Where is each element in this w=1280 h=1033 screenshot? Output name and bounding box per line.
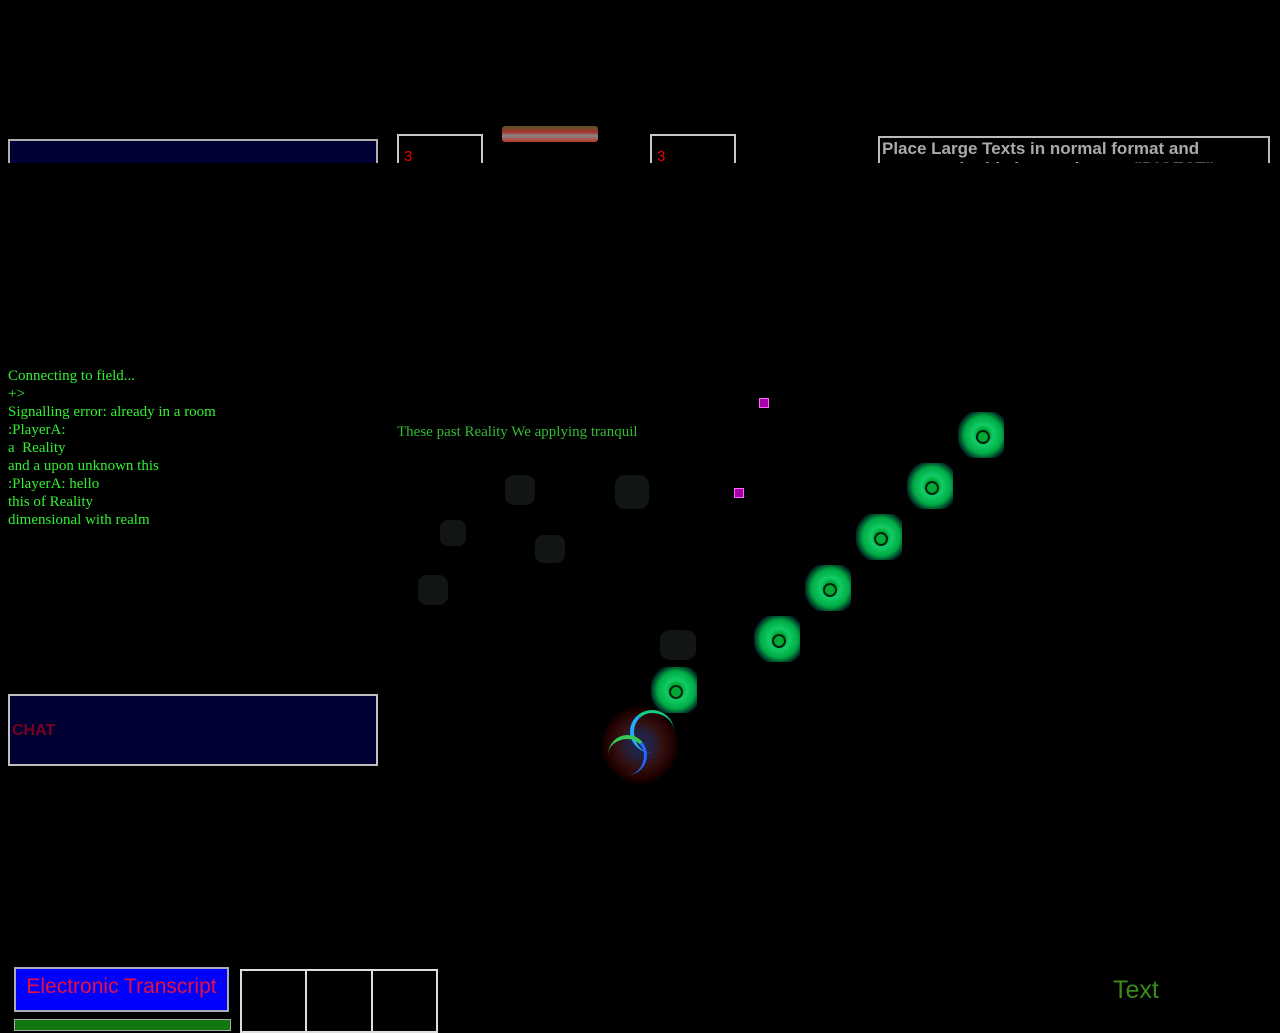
green-creature-sprite[interactable] <box>805 565 851 611</box>
log-line: Connecting to field... <box>8 368 136 384</box>
green-creature-sprite[interactable] <box>856 514 902 560</box>
rock-sprite <box>615 475 649 509</box>
chat-label: CHAT <box>12 722 56 739</box>
inventory-slot[interactable] <box>373 971 436 1031</box>
log-line: this of Reality <box>8 494 93 510</box>
inventory-slot[interactable] <box>307 971 373 1031</box>
log-line: and a upon unknown this <box>8 458 159 474</box>
rock-sprite <box>505 475 535 505</box>
counter-right: 3 <box>650 134 736 163</box>
log-line: a Reality <box>8 440 66 456</box>
green-creature-sprite[interactable] <box>754 616 800 662</box>
inventory-slot[interactable] <box>242 971 308 1031</box>
name-input-box[interactable] <box>8 139 378 163</box>
log-line: Signalling error: already in a room <box>8 404 216 420</box>
rock-sprite <box>535 535 565 563</box>
rock-sprite <box>440 520 466 546</box>
log-line: :PlayerA: <box>8 422 66 438</box>
banner-icon <box>502 126 598 142</box>
log-line: +> <box>8 386 25 402</box>
rock-sprite <box>418 575 448 605</box>
rock-sprite <box>660 630 696 660</box>
player-shield-icon <box>608 735 647 775</box>
top-bar: 3 3 Place Large Texts in normal format a… <box>0 0 1280 163</box>
log-line: :PlayerA: hello <box>8 476 100 492</box>
chat-input[interactable]: CHAT <box>8 694 378 766</box>
message-log: Connecting to field... +> Signalling err… <box>8 367 216 529</box>
text-label[interactable]: Text <box>1113 976 1159 1005</box>
green-button[interactable] <box>14 1019 231 1031</box>
pickup-item[interactable] <box>734 488 744 498</box>
log-line: dimensional with realm <box>8 512 150 528</box>
inventory-slots <box>240 969 438 1033</box>
green-creature-sprite[interactable] <box>907 463 953 509</box>
pickup-item[interactable] <box>759 398 769 408</box>
counter-left: 3 <box>397 134 483 163</box>
green-creature-sprite[interactable] <box>651 667 697 713</box>
electronic-transcript-button[interactable]: Electronic Transcript <box>14 967 229 1012</box>
green-creature-sprite[interactable] <box>958 412 1004 458</box>
scene-caption: These past Reality We applying tranquil <box>397 424 638 440</box>
digest-textbox[interactable]: Place Large Texts in normal format and g… <box>878 136 1270 163</box>
